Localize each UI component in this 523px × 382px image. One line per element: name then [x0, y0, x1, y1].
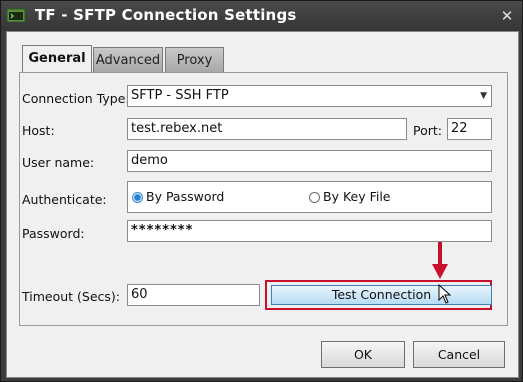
mouse-cursor-icon: [438, 284, 452, 304]
window-title: TF - SFTP Connection Settings: [35, 6, 297, 24]
port-label: Port:: [413, 123, 442, 138]
timeout-label: Timeout (Secs):: [22, 289, 121, 304]
folder-terminal-icon: [7, 8, 25, 22]
password-label: Password:: [22, 226, 85, 241]
radio-by-password[interactable]: By Password: [132, 189, 224, 204]
radio-selected-icon: [132, 192, 143, 203]
host-label: Host:: [22, 123, 55, 138]
radio-by-password-label: By Password: [146, 189, 225, 204]
tab-general[interactable]: General: [22, 45, 92, 72]
connection-type-value: SFTP - SSH FTP: [131, 88, 229, 103]
port-input[interactable]: 22: [447, 118, 492, 140]
test-connection-button[interactable]: Test Connection: [271, 285, 492, 305]
ok-button[interactable]: OK: [321, 341, 405, 368]
timeout-input[interactable]: 60: [127, 284, 260, 306]
dialog-window: TF - SFTP Connection Settings ✕ General …: [0, 0, 523, 382]
tab-advanced[interactable]: Advanced: [93, 47, 163, 72]
username-input[interactable]: demo: [127, 150, 492, 172]
connection-type-label: Connection Type:: [22, 91, 130, 106]
username-label: User name:: [22, 155, 95, 170]
radio-by-key-file[interactable]: By Key File: [309, 189, 391, 204]
arrow-down-icon: [432, 242, 448, 279]
chevron-down-icon: ▼: [480, 91, 487, 101]
dialog-client-area: General Advanced Proxy Connection Type: …: [6, 31, 519, 378]
tab-proxy[interactable]: Proxy: [165, 47, 224, 72]
connection-type-select[interactable]: SFTP - SSH FTP ▼: [127, 85, 492, 107]
radio-unselected-icon: [309, 192, 320, 203]
radio-by-key-file-label: By Key File: [323, 189, 391, 204]
title-bar[interactable]: TF - SFTP Connection Settings ✕: [1, 1, 522, 31]
host-input[interactable]: test.rebex.net: [127, 118, 407, 140]
cancel-button[interactable]: Cancel: [413, 341, 505, 368]
password-input[interactable]: ********: [127, 220, 492, 242]
close-icon[interactable]: ✕: [500, 9, 514, 24]
authenticate-label: Authenticate:: [22, 192, 107, 207]
